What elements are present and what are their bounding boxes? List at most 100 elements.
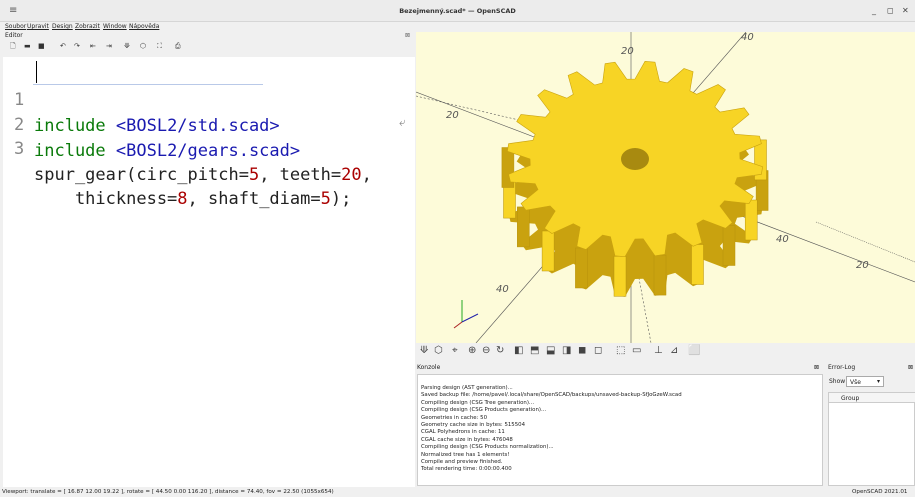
menu-upravit[interactable]: Upravit <box>27 23 49 30</box>
menu-napoveda[interactable]: Nápověda <box>129 23 159 30</box>
errorlog-header: Error-Log ⊠ <box>826 364 915 371</box>
version-label: OpenSCAD 2021.01 <box>852 489 908 495</box>
gear-tooth-side <box>613 256 627 297</box>
orthogonal-icon[interactable]: ▭ <box>632 345 641 356</box>
console-line: Saved backup file: /home/pavel/.local/sh… <box>421 392 682 399</box>
console-line: CGAL cache size in bytes: 476048 <box>421 436 513 443</box>
errorlog-show-label: Show <box>829 378 846 385</box>
maximize-button[interactable]: ◻ <box>887 6 894 15</box>
title-bar: ≡ Bezejmenný.scad* — OpenSCAD _ ◻ ✕ <box>0 0 915 22</box>
axes-indicator <box>453 300 479 329</box>
viewport-status: Viewport: translate = [ 16.87 12.00 19.2… <box>2 489 334 495</box>
preview-icon[interactable]: ⟱ <box>420 345 428 356</box>
gear-render: 20 40 20 40 20 40 <box>416 32 915 343</box>
text-cursor <box>36 61 37 83</box>
zoom-out-icon[interactable]: ⊖ <box>482 345 490 356</box>
gear-tooth-side <box>575 247 588 289</box>
code-editor[interactable]: 1 include <BOSL2/std.scad> 2 include <BO… <box>3 57 415 487</box>
errorlog-label: Error-Log <box>828 364 856 371</box>
menu-bar: Soubor Upravit Design Zobrazit Window Ná… <box>0 22 415 32</box>
gear-tooth-side <box>517 206 530 248</box>
minimize-button[interactable]: _ <box>872 6 876 15</box>
indent-icon[interactable]: ⇥ <box>106 42 112 50</box>
close-button[interactable]: ✕ <box>902 6 909 15</box>
console-line: Compile and preview finished. <box>421 459 503 466</box>
top-view-icon[interactable]: ⬒ <box>530 345 539 356</box>
console-line: Normalized tree has 1 elements! <box>421 451 510 458</box>
gear-tooth-side <box>653 254 667 296</box>
zoom-in-icon[interactable]: ⊕ <box>468 345 476 356</box>
new-file-icon[interactable]: 🗋 <box>10 42 16 53</box>
errorlog-filter-select[interactable]: Vše ▾ <box>846 376 884 387</box>
console-line: Total rendering time: 0:00:00.400 <box>421 466 512 473</box>
console-line: Compiling design (CSG Products normaliza… <box>421 444 554 451</box>
axis-label: 40 <box>776 234 789 245</box>
window-title: Bezejmenný.scad* — OpenSCAD <box>399 7 516 15</box>
back-view-icon[interactable]: ◻ <box>594 345 602 356</box>
errorlog-table-header: Group <box>829 393 915 403</box>
menu-design[interactable]: Design <box>52 23 73 30</box>
send-to-print-icon[interactable]: ⎙ <box>175 42 181 51</box>
show-scale-icon[interactable]: ⊿ <box>670 345 678 356</box>
viewport-toolbar: ⟱ ⬡ ⌖ ⊕ ⊖ ↻ ◧ ⬒ ⬓ ◨ ◼ ◻ ⬚ ▭ ⊥ ⊿ ⬜ <box>416 343 915 363</box>
bottom-view-icon[interactable]: ⬓ <box>546 345 555 356</box>
console-line: Compiling design (CSG Tree generation)..… <box>421 399 535 406</box>
code-line: 3 spur_gear(circ_pitch=5, teeth=20, <box>3 110 372 185</box>
menu-soubor[interactable]: Soubor <box>5 23 26 30</box>
show-edges-icon[interactable]: ⬜ <box>688 345 700 356</box>
console-output[interactable]: Parsing design (AST generation)... Saved… <box>417 374 823 486</box>
axis-label: 40 <box>741 32 754 43</box>
chevron-down-icon: ▾ <box>876 378 880 385</box>
preview-icon[interactable]: ⟱ <box>124 42 130 50</box>
left-view-icon[interactable]: ◨ <box>562 345 571 356</box>
line-content: spur_gear(circ_pitch=5, teeth=20, <box>34 165 372 185</box>
render-icon[interactable]: ⬡ <box>140 42 146 50</box>
reset-view-icon[interactable]: ↻ <box>496 345 504 356</box>
undo-icon[interactable]: ↶ <box>60 42 66 50</box>
perspective-icon[interactable]: ⬚ <box>616 345 625 356</box>
front-view-icon[interactable]: ◼ <box>578 345 586 356</box>
menu-window[interactable]: Window <box>103 23 127 30</box>
unindent-icon[interactable]: ⇤ <box>90 42 96 50</box>
axis-label: 20 <box>856 260 869 271</box>
gear-tooth-side <box>691 244 704 285</box>
gear-tooth-side <box>722 225 736 266</box>
console-close-button[interactable]: ⊠ <box>814 364 819 371</box>
save-icon[interactable]: ■ <box>38 42 45 50</box>
editor-close-button[interactable]: ⊠ <box>405 32 410 39</box>
axis-label: 20 <box>446 110 459 121</box>
line-content: include <BOSL2/std.scad> <box>34 116 280 136</box>
menu-zobrazit[interactable]: Zobrazit <box>75 23 100 30</box>
console-header: Konzole ⊠ <box>417 364 823 374</box>
gear-tooth-side <box>744 199 758 241</box>
shaft-hole <box>621 148 649 170</box>
code-line: 2 include <BOSL2/gears.scad> <box>3 86 300 161</box>
redo-icon[interactable]: ↷ <box>74 42 80 50</box>
axis-label: 40 <box>496 284 509 295</box>
line-highlight <box>33 84 263 85</box>
errorlog-close-button[interactable]: ⊠ <box>908 364 913 371</box>
console-line: Compiling design (CSG Products generatio… <box>421 407 547 414</box>
errorlog-table[interactable]: Group <box>828 392 915 486</box>
column-group[interactable]: Group <box>841 395 859 402</box>
console-line: Geometries in cache: 50 <box>421 414 488 421</box>
gear-tooth-side <box>541 230 555 272</box>
code-line: thickness=8, shaft_diam=5); <box>3 134 351 209</box>
show-axes-icon[interactable]: ⊥ <box>654 345 663 356</box>
export-stl-icon[interactable]: ⛶ <box>157 42 162 51</box>
console-line: CGAL Polyhedrons in cache: 11 <box>421 429 505 436</box>
status-bar: Viewport: translate = [ 16.87 12.00 19.2… <box>0 488 915 497</box>
3d-viewport[interactable]: 20 40 20 40 20 40 <box>416 32 915 343</box>
console-label: Konzole <box>417 364 441 371</box>
view-all-icon[interactable]: ⌖ <box>452 345 458 356</box>
console-line: Parsing design (AST generation)... <box>421 385 513 391</box>
axis-label: 20 <box>621 46 634 57</box>
console-line: Geometry cache size in bytes: 515504 <box>421 422 526 429</box>
right-view-icon[interactable]: ◧ <box>514 345 523 356</box>
wrap-indicator-icon: ⤶ <box>399 115 406 129</box>
line-content: thickness=8, shaft_diam=5); <box>34 189 352 209</box>
editor-label: Editor <box>5 32 23 39</box>
line-content: include <BOSL2/gears.scad> <box>34 141 301 161</box>
open-file-icon[interactable]: ▬ <box>24 42 31 50</box>
render-icon[interactable]: ⬡ <box>434 345 443 356</box>
